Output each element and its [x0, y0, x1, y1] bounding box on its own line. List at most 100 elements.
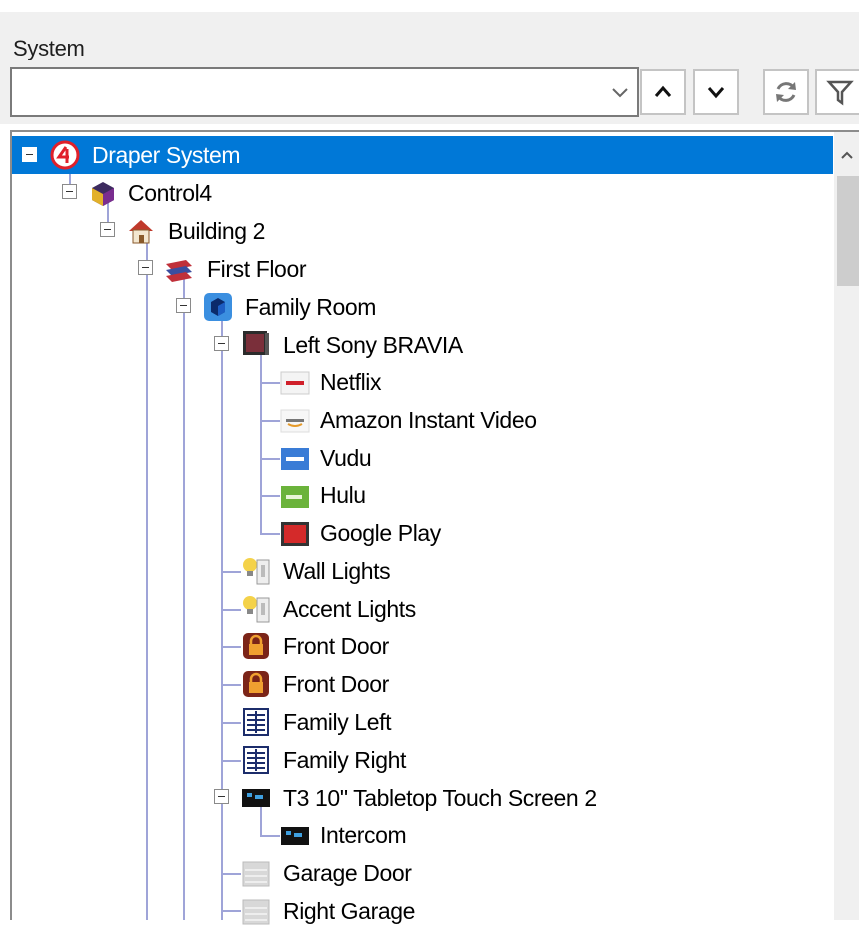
garage-door-icon	[242, 861, 270, 887]
tree-line	[221, 722, 241, 724]
tree-line	[260, 495, 280, 497]
tree-item-building[interactable]: Building 2	[168, 212, 265, 250]
tree-line	[221, 873, 241, 875]
navigate-down-button[interactable]	[693, 69, 739, 115]
tree-item-label: Family Left	[283, 708, 392, 735]
tree-item-control4[interactable]: Control4	[128, 174, 212, 212]
tree-item-draper-system[interactable]: Draper System	[12, 136, 833, 174]
collapse-toggle-tv[interactable]	[214, 336, 229, 351]
tree-item-label: Amazon Instant Video	[320, 406, 537, 433]
tree-line	[183, 276, 185, 920]
house-icon	[129, 220, 153, 244]
control4-logo-icon	[50, 140, 80, 170]
amazon-icon	[280, 409, 310, 433]
filter-button[interactable]	[815, 69, 859, 115]
vertical-scrollbar[interactable]	[834, 132, 859, 920]
tree-line	[221, 910, 241, 912]
tree-item-accent-lights[interactable]: Accent Lights	[283, 590, 416, 628]
tree-item-hulu[interactable]: Hulu	[320, 476, 366, 514]
keypad-icon	[243, 708, 269, 736]
tree-item-label: Front Door	[283, 632, 389, 659]
tree-item-family-right[interactable]: Family Right	[283, 741, 406, 779]
tree-line	[146, 238, 148, 920]
tree-item-label: Accent Lights	[283, 595, 416, 622]
tree-item-label: Wall Lights	[283, 557, 391, 584]
navigate-up-button[interactable]	[640, 69, 686, 115]
keypad-icon	[243, 746, 269, 774]
tree-item-label: Family Room	[245, 293, 377, 320]
collapse-toggle-control4[interactable]	[62, 184, 77, 199]
door-lock-icon	[243, 671, 269, 697]
filter-icon	[826, 80, 854, 106]
collapse-toggle-first-floor[interactable]	[138, 260, 153, 275]
tree-item-label: Control4	[128, 179, 212, 206]
tree-item-label: First Floor	[207, 255, 307, 282]
tree-line	[260, 382, 280, 384]
collapse-toggle-touchscreen[interactable]	[214, 789, 229, 804]
tree-item-label: Intercom	[320, 821, 407, 848]
tv-icon	[243, 331, 269, 355]
tree-line	[221, 609, 241, 611]
door-lock-icon	[243, 633, 269, 659]
tree-line	[260, 835, 280, 837]
tree-item-label: T3 10" Tabletop Touch Screen 2	[283, 784, 597, 811]
tree-line	[221, 760, 241, 762]
tree-item-tv[interactable]: Left Sony BRAVIA	[283, 326, 463, 364]
tree-line	[260, 352, 262, 533]
tree-item-label: Hulu	[320, 481, 366, 508]
collapse-toggle-family-room[interactable]	[176, 298, 191, 313]
tree-item-garage-door[interactable]: Garage Door	[283, 854, 412, 892]
tree-item-label: Google Play	[320, 519, 441, 546]
tree-item-google-play[interactable]: Google Play	[320, 514, 441, 552]
intercom-icon	[281, 827, 309, 845]
tree-item-label: Building 2	[168, 217, 266, 244]
floor-icon	[166, 260, 192, 282]
scrollbar-thumb[interactable]	[837, 176, 859, 286]
refresh-button[interactable]	[763, 69, 809, 115]
tree-item-vudu[interactable]: Vudu	[320, 439, 372, 477]
tree-item-first-floor[interactable]: First Floor	[207, 250, 307, 288]
tree-line	[221, 684, 241, 686]
tree-line	[221, 314, 223, 920]
panel-title: System	[13, 36, 85, 61]
tree-item-wall-lights[interactable]: Wall Lights	[283, 552, 391, 590]
tree-item-family-room[interactable]: Family Room	[245, 288, 376, 326]
toolbar	[0, 60, 859, 124]
refresh-icon	[776, 82, 796, 102]
control4-project-icon	[92, 182, 114, 206]
room-cube-icon	[204, 293, 232, 321]
tree-item-front-door[interactable]: Front Door	[283, 665, 389, 703]
light-switch-icon	[243, 596, 270, 623]
arrow-down-icon	[707, 87, 725, 99]
tree-item-amazon[interactable]: Amazon Instant Video	[320, 401, 537, 439]
collapse-toggle-draper-system[interactable]	[22, 147, 37, 162]
garage-door-icon	[242, 899, 270, 925]
tree-line	[221, 646, 241, 648]
arrow-up-icon	[654, 85, 672, 97]
hulu-icon	[281, 486, 309, 508]
scroll-up-icon[interactable]	[840, 150, 854, 160]
collapse-toggle-building[interactable]	[100, 222, 115, 237]
google-play-icon	[281, 522, 309, 546]
tree-item-touchscreen[interactable]: T3 10" Tabletop Touch Screen 2	[283, 779, 597, 817]
tree-item-front-door[interactable]: Front Door	[283, 627, 389, 665]
tree-line	[260, 458, 280, 460]
tree-line	[260, 533, 280, 535]
tree-line	[260, 420, 280, 422]
tree-item-label: Right Garage	[283, 897, 415, 924]
tree-item-label: Front Door	[283, 670, 389, 697]
tree-item-label: Family Right	[283, 746, 407, 773]
vudu-icon	[281, 448, 309, 470]
tree-item-right-garage[interactable]: Right Garage	[283, 892, 415, 930]
tree-item-family-left[interactable]: Family Left	[283, 703, 391, 741]
search-combobox[interactable]	[10, 67, 639, 117]
chevron-down-icon[interactable]	[609, 81, 631, 103]
tree-item-netflix[interactable]: Netflix	[320, 363, 382, 401]
tree-item-label: Vudu	[320, 444, 372, 471]
light-switch-icon	[243, 558, 270, 585]
tree-item-intercom[interactable]: Intercom	[320, 816, 407, 854]
tree-item-label: Left Sony BRAVIA	[283, 331, 463, 358]
tree-item-label: Garage Door	[283, 859, 412, 886]
touchscreen-icon	[242, 789, 270, 807]
tree-line	[221, 571, 241, 573]
